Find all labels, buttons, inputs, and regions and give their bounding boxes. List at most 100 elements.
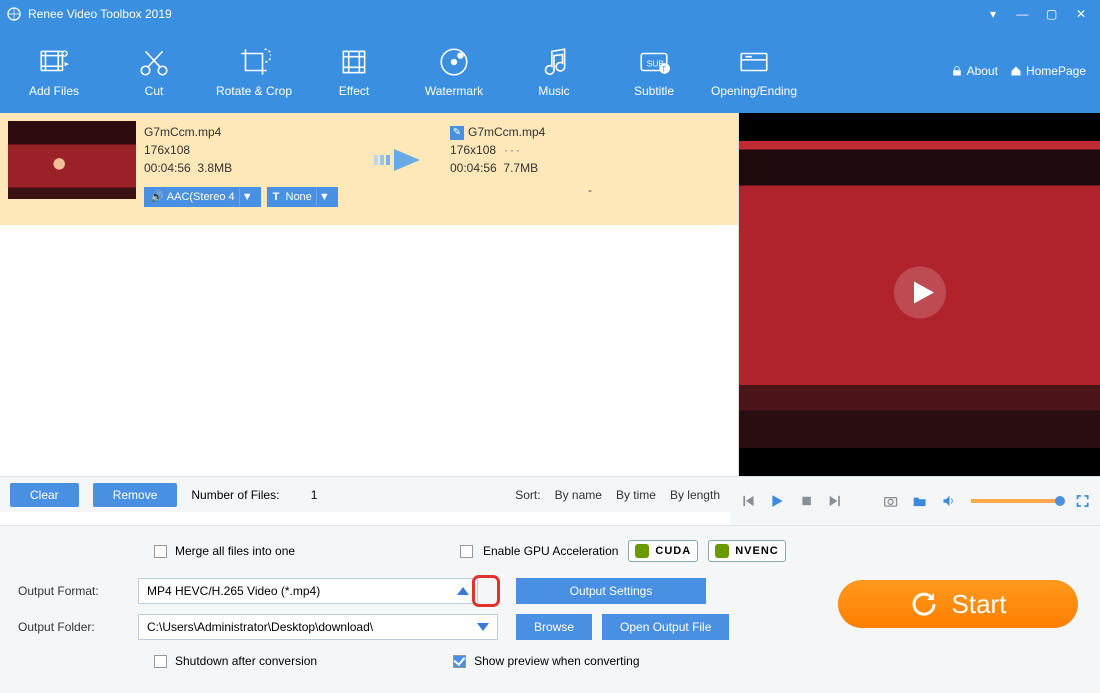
- preview-panel: [739, 113, 1100, 476]
- preview-controls: [730, 476, 1100, 525]
- gpu-label: Enable GPU Acceleration: [483, 544, 618, 558]
- fullscreen-icon[interactable]: [1075, 492, 1090, 510]
- refresh-icon: [910, 590, 938, 618]
- convert-arrow: [362, 121, 442, 199]
- snapshot-icon[interactable]: [883, 492, 898, 510]
- subtitle-icon: SUBT: [637, 45, 671, 79]
- dst-dimensions: 176x108: [450, 143, 496, 157]
- open-output-button[interactable]: Open Output File: [602, 614, 729, 640]
- homepage-link[interactable]: HomePage: [1010, 64, 1086, 78]
- open-folder-icon[interactable]: [912, 492, 927, 510]
- nvenc-badge: NVENC: [708, 540, 786, 562]
- app-title: Renee Video Toolbox 2019: [28, 7, 172, 21]
- show-preview-checkbox[interactable]: [453, 655, 466, 668]
- tool-label: Music: [538, 84, 569, 98]
- merge-label: Merge all files into one: [175, 544, 295, 558]
- maximize-button[interactable]: ▢: [1039, 7, 1065, 21]
- shutdown-label: Shutdown after conversion: [175, 654, 317, 668]
- audio-codec-dropdown[interactable]: 🔊 AAC(Stereo 4▼: [144, 187, 261, 207]
- folder-label: Output Folder:: [18, 620, 130, 634]
- show-preview-label: Show preview when converting: [474, 654, 639, 668]
- minimize-button[interactable]: —: [1009, 7, 1035, 21]
- play-button-icon[interactable]: [769, 492, 784, 510]
- tool-label: Subtitle: [634, 84, 674, 98]
- chevron-up-icon: [457, 587, 469, 595]
- source-info: G7mCcm.mp4 176x108 00:04:56 3.8MB 🔊 AAC(…: [144, 121, 354, 207]
- src-dimensions: 176x108: [144, 141, 354, 159]
- watermark-icon: [437, 45, 471, 79]
- format-select[interactable]: MP4 HEVC/H.265 Video (*.mp4): [138, 578, 478, 604]
- cuda-badge: CUDA: [628, 540, 698, 562]
- tool-label: Rotate & Crop: [216, 84, 292, 98]
- tool-label: Effect: [339, 84, 369, 98]
- tool-label: Add Files: [29, 84, 79, 98]
- sort-by-length[interactable]: By length: [670, 488, 720, 502]
- file-list: G7mCcm.mp4 176x108 00:04:56 3.8MB 🔊 AAC(…: [0, 113, 739, 476]
- tool-label: Watermark: [425, 84, 483, 98]
- volume-icon[interactable]: [941, 492, 956, 510]
- file-row[interactable]: G7mCcm.mp4 176x108 00:04:56 3.8MB 🔊 AAC(…: [0, 113, 738, 225]
- tool-label: Cut: [145, 84, 164, 98]
- window-buttons: ▾ — ▢ ✕: [980, 7, 1094, 21]
- remove-button[interactable]: Remove: [93, 483, 178, 507]
- volume-slider[interactable]: [971, 499, 1061, 503]
- more-icon[interactable]: ···: [504, 143, 522, 157]
- arrow-right-icon: [372, 145, 432, 175]
- play-icon: [892, 264, 948, 320]
- music-button[interactable]: Music: [504, 44, 604, 98]
- svg-text:T: T: [661, 64, 666, 73]
- speaker-icon: 🔊: [150, 188, 164, 206]
- cut-button[interactable]: Cut: [104, 44, 204, 98]
- clear-button[interactable]: Clear: [10, 483, 79, 507]
- chevron-down-icon: [477, 623, 489, 631]
- main-toolbar: Add Files Cut Rotate & Crop Effect Water…: [0, 28, 1100, 113]
- filelist-controls: Clear Remove Number of Files: 1 Sort: By…: [0, 476, 730, 512]
- tool-label: Opening/Ending: [711, 84, 797, 98]
- settings-dropdown-icon[interactable]: ▾: [980, 7, 1006, 21]
- sort-by-time[interactable]: By time: [616, 488, 656, 502]
- browse-button[interactable]: Browse: [516, 614, 592, 640]
- src-filename: G7mCcm.mp4: [144, 123, 354, 141]
- titlebar: Renee Video Toolbox 2019 ▾ — ▢ ✕: [0, 0, 1100, 28]
- start-button[interactable]: Start: [838, 580, 1078, 628]
- card-icon: [737, 45, 771, 79]
- video-preview[interactable]: [739, 113, 1100, 476]
- src-size: 3.8MB: [197, 161, 232, 175]
- opening-ending-button[interactable]: Opening/Ending: [704, 44, 804, 98]
- play-overlay[interactable]: [892, 264, 948, 325]
- close-button[interactable]: ✕: [1068, 7, 1094, 21]
- folder-input[interactable]: C:\Users\Administrator\Desktop\download\: [138, 614, 498, 640]
- output-settings-button[interactable]: Output Settings: [516, 578, 706, 604]
- next-icon[interactable]: [828, 492, 843, 510]
- dst-duration: 00:04:56: [450, 161, 497, 175]
- gpu-checkbox[interactable]: [460, 545, 473, 558]
- text-track-dropdown[interactable]: T None▼: [267, 187, 338, 207]
- folder-value: C:\Users\Administrator\Desktop\download\: [147, 620, 373, 634]
- main-area: G7mCcm.mp4 176x108 00:04:56 3.8MB 🔊 AAC(…: [0, 113, 1100, 476]
- dst-filename: G7mCcm.mp4: [468, 125, 545, 139]
- destination-info: ✎G7mCcm.mp4 176x108··· 00:04:56 7.7MB -: [450, 121, 730, 199]
- subtitle-button[interactable]: SUBT Subtitle: [604, 44, 704, 98]
- film-add-icon: [37, 45, 71, 79]
- scissors-icon: [137, 45, 171, 79]
- effect-button[interactable]: Effect: [304, 44, 404, 98]
- add-files-button[interactable]: Add Files: [4, 44, 104, 98]
- home-icon: [1010, 65, 1022, 77]
- src-duration: 00:04:56: [144, 161, 191, 175]
- crop-rotate-icon: [237, 45, 271, 79]
- shutdown-checkbox[interactable]: [154, 655, 167, 668]
- merge-checkbox[interactable]: [154, 545, 167, 558]
- film-effect-icon: [337, 45, 371, 79]
- dst-placeholder: -: [450, 181, 730, 199]
- file-count-label: Number of Files:: [191, 488, 279, 502]
- edit-icon[interactable]: ✎: [450, 126, 464, 140]
- rotate-crop-button[interactable]: Rotate & Crop: [204, 44, 304, 98]
- file-count: 1: [311, 488, 318, 502]
- prev-icon[interactable]: [740, 492, 755, 510]
- about-link[interactable]: About: [951, 64, 998, 78]
- music-note-icon: [537, 45, 571, 79]
- stop-icon[interactable]: [799, 492, 814, 510]
- settings-panel: Merge all files into one Enable GPU Acce…: [0, 525, 1100, 693]
- watermark-button[interactable]: Watermark: [404, 44, 504, 98]
- sort-by-name[interactable]: By name: [555, 488, 602, 502]
